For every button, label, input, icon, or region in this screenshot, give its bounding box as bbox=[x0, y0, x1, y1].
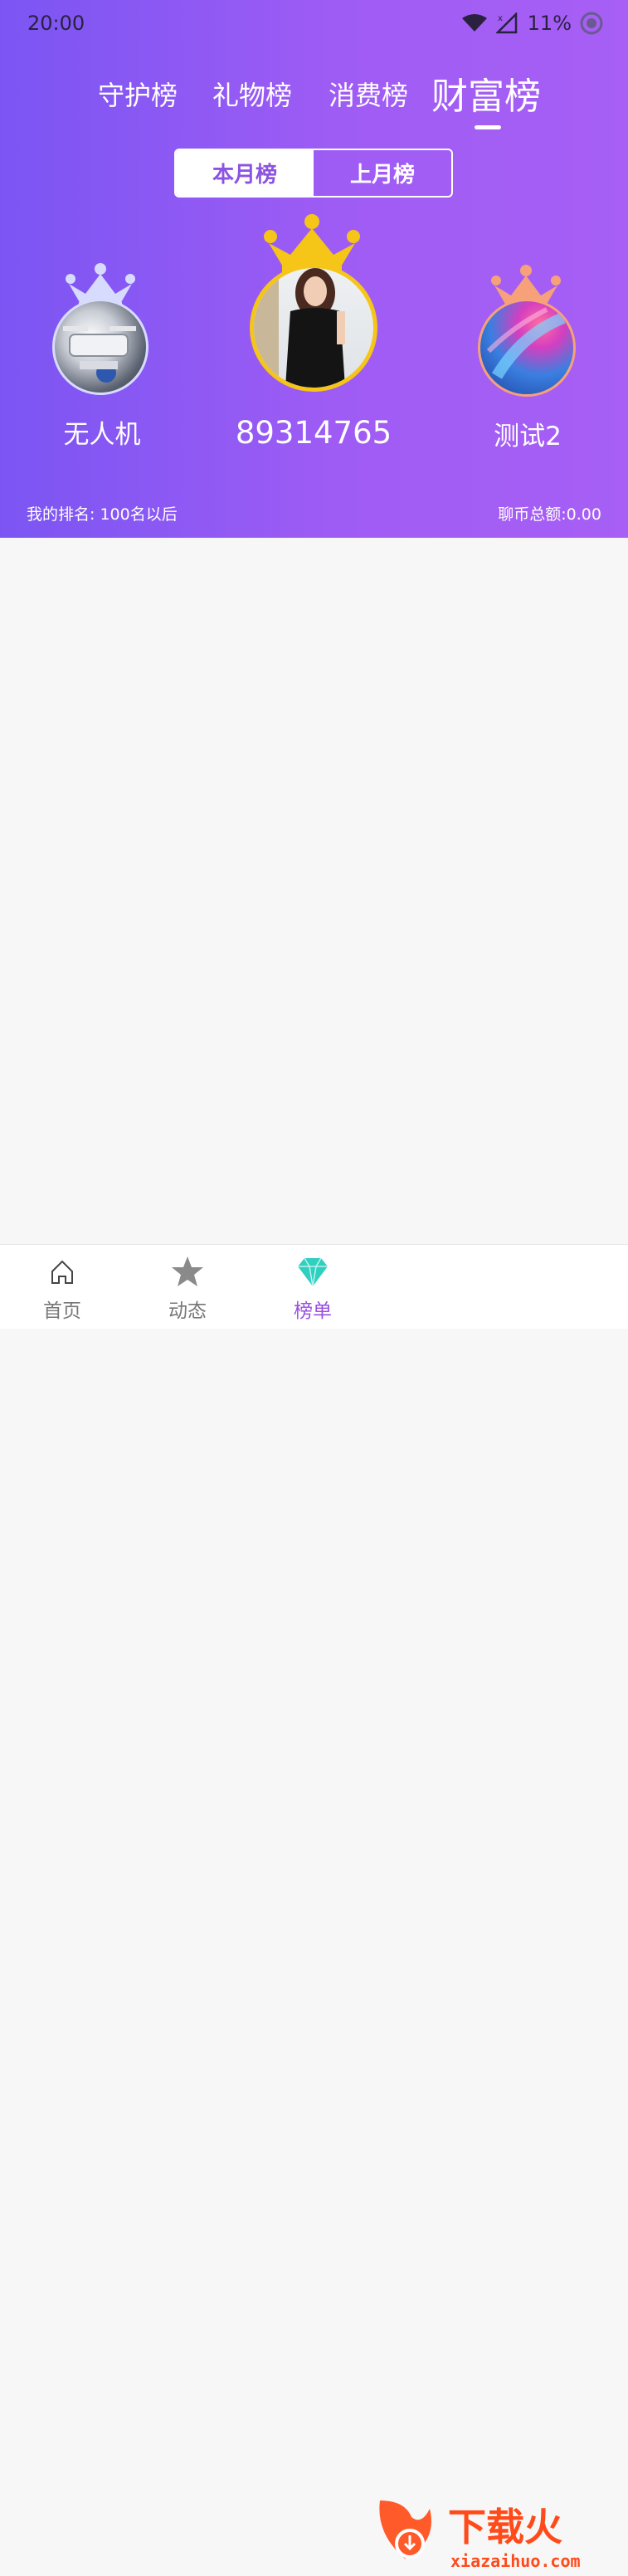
leaderboard-header: 20:00 x 11% 守护榜 礼物榜 消费榜 财富榜 本月榜 上月榜 无人机 … bbox=[0, 0, 628, 538]
avatar-first[interactable] bbox=[250, 264, 377, 392]
name-first: 89314765 bbox=[235, 415, 392, 451]
name-second: 无人机 bbox=[63, 420, 141, 450]
watermark-brand-text: 下载火 bbox=[448, 2505, 562, 2549]
total-coins-text: 聊币总额:0.00 bbox=[498, 505, 601, 524]
my-rank-text: 我的排名: 100名以后 bbox=[27, 505, 178, 524]
drone-image bbox=[63, 326, 136, 383]
nav-leaderboard-label: 榜单 bbox=[294, 1300, 332, 1322]
woman-photo bbox=[254, 268, 345, 388]
nav-home[interactable]: 首页 bbox=[12, 1245, 112, 1329]
nav-moments-label: 动态 bbox=[168, 1300, 207, 1322]
diamond-icon bbox=[298, 1257, 328, 1287]
ranking-tabs: 守护榜 礼物榜 消费榜 财富榜 bbox=[0, 66, 628, 118]
watermark-logo: 下载火 xiazaihuo.com bbox=[372, 2492, 628, 2573]
avatar-third[interactable] bbox=[478, 299, 576, 397]
flame-logo-icon: 下载火 xiazaihuo.com bbox=[379, 2500, 581, 2571]
abstract-wallpaper-image bbox=[486, 307, 566, 379]
tab-consumption[interactable]: 消费榜 bbox=[329, 75, 408, 113]
tab-wealth[interactable]: 财富榜 bbox=[431, 66, 541, 120]
nav-home-label: 首页 bbox=[43, 1300, 81, 1322]
status-icons: x 11% bbox=[461, 12, 603, 35]
battery-icon bbox=[580, 12, 603, 35]
last-month-button[interactable]: 上月榜 bbox=[314, 150, 451, 196]
status-time: 20:00 bbox=[27, 12, 85, 35]
status-bar: 20:00 x 11% bbox=[27, 12, 603, 37]
star-icon bbox=[172, 1256, 203, 1286]
wifi-icon bbox=[461, 14, 487, 32]
tab-active-indicator bbox=[475, 125, 501, 129]
bottom-navigation: 首页 动态 榜单 下载火 xiazaihuo.com bbox=[0, 1244, 628, 2571]
avatar-second[interactable] bbox=[52, 299, 148, 395]
period-toggle: 本月榜 上月榜 bbox=[174, 149, 453, 198]
tab-gift[interactable]: 礼物榜 bbox=[212, 75, 292, 113]
watermark-domain-text: xiazaihuo.com bbox=[450, 2551, 581, 2571]
svg-text:x: x bbox=[498, 14, 503, 23]
cellular-signal-icon: x bbox=[495, 12, 517, 34]
tab-guardian[interactable]: 守护榜 bbox=[98, 75, 178, 113]
nav-leaderboard[interactable]: 榜单 bbox=[263, 1245, 363, 1329]
nav-moments[interactable]: 动态 bbox=[138, 1245, 237, 1329]
battery-percent: 11% bbox=[527, 12, 572, 35]
name-third: 测试2 bbox=[494, 422, 562, 451]
this-month-button[interactable]: 本月榜 bbox=[176, 150, 314, 196]
home-icon bbox=[51, 1260, 73, 1284]
